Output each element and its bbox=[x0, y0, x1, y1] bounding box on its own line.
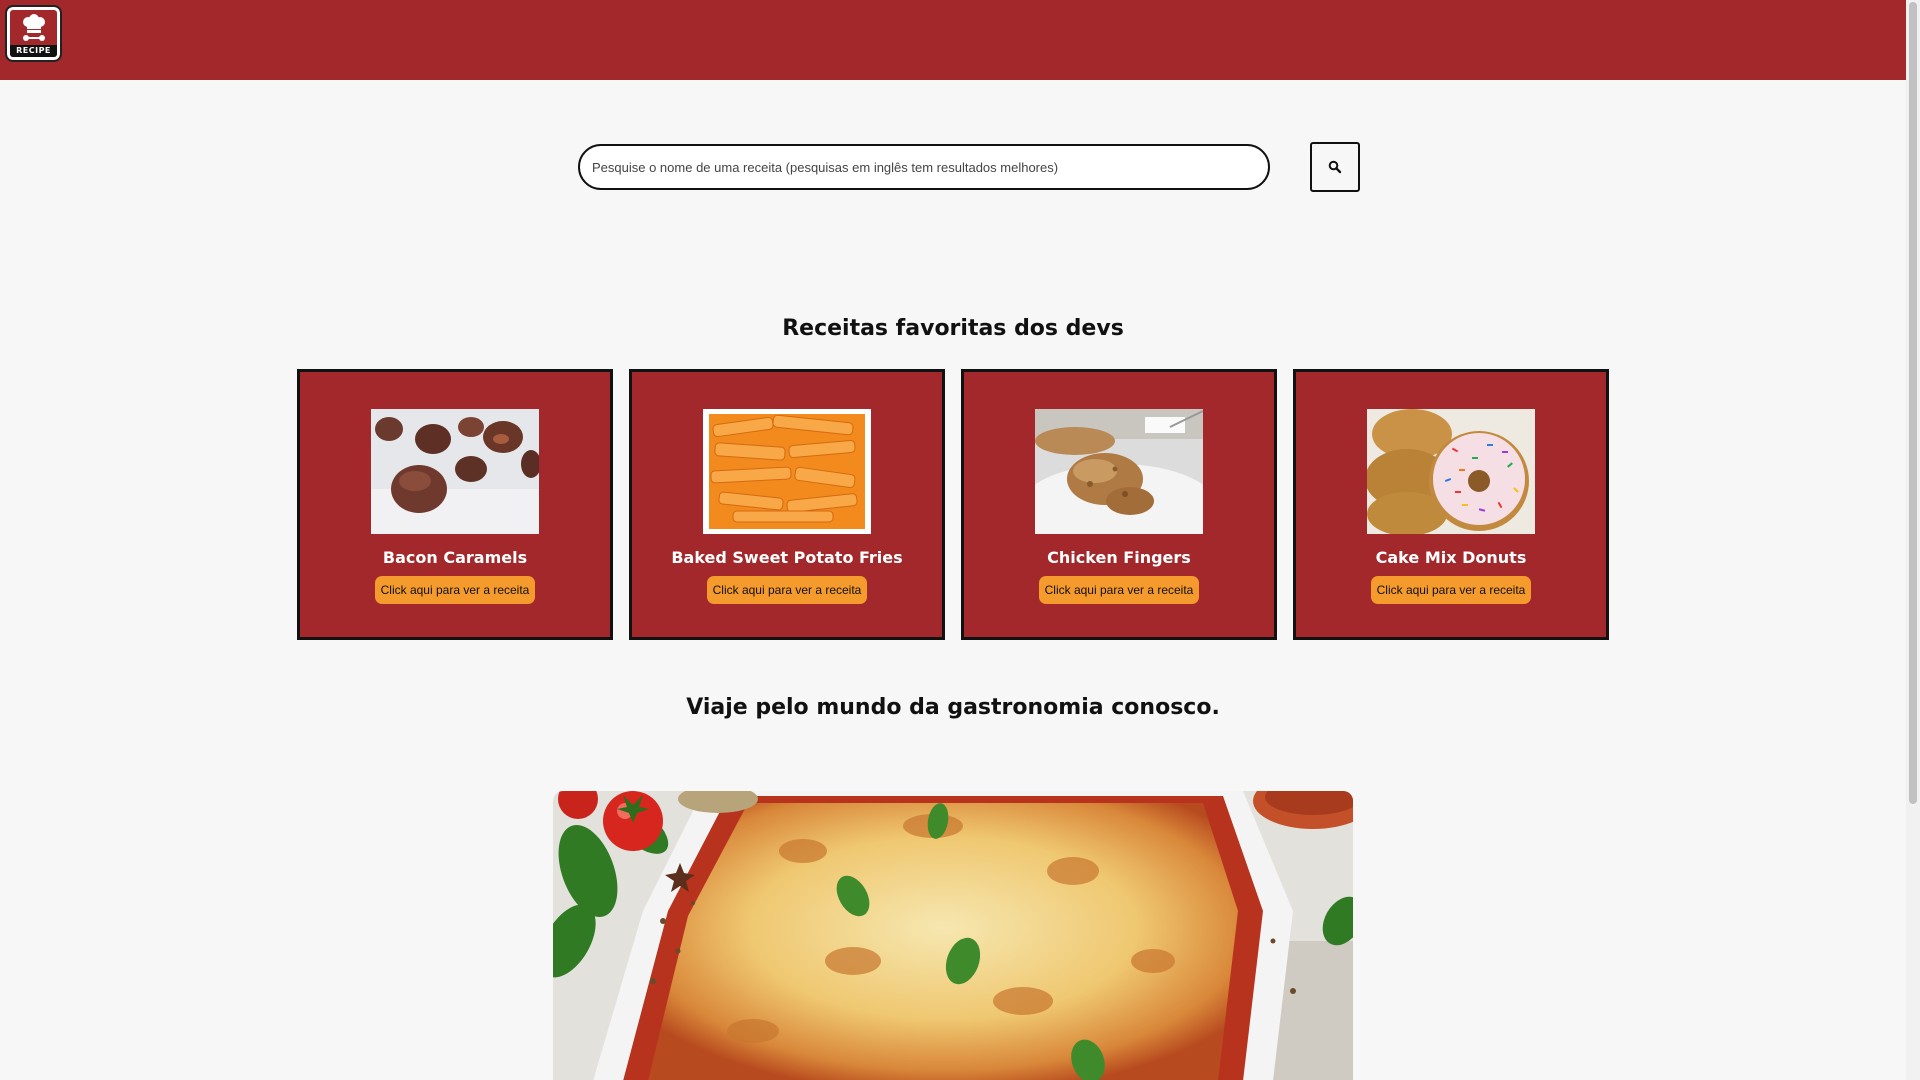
search-icon bbox=[1328, 160, 1342, 174]
recipe-logo[interactable]: RECIPE bbox=[5, 5, 62, 62]
favorites-title: Receitas favoritas dos devs bbox=[782, 316, 1124, 341]
logo-text: RECIPE bbox=[10, 45, 57, 57]
top-header: RECIPE bbox=[0, 0, 1906, 80]
cake-mix-donuts-photo bbox=[1367, 409, 1535, 534]
page: RECIPE Receitas favoritas dos devs bbox=[0, 0, 1920, 1080]
sweet-potato-fries-photo bbox=[703, 409, 871, 534]
chicken-fingers-photo bbox=[1035, 409, 1203, 534]
recipe-card: Baked Sweet Potato Fries Click aqui para… bbox=[629, 369, 945, 640]
recipe-name: Chicken Fingers bbox=[1047, 548, 1191, 567]
view-recipe-button[interactable]: Click aqui para ver a receita bbox=[374, 576, 536, 604]
favorites-cards: Bacon Caramels Click aqui para ver a rec… bbox=[297, 369, 1609, 640]
view-recipe-button[interactable]: Click aqui para ver a receita bbox=[1370, 576, 1532, 604]
recipe-name: Baked Sweet Potato Fries bbox=[671, 548, 903, 567]
recipe-search-input[interactable] bbox=[578, 144, 1270, 190]
travel-title: Viaje pelo mundo da gastronomia conosco. bbox=[686, 695, 1220, 720]
recipe-card: Cake Mix Donuts Click aqui para ver a re… bbox=[1293, 369, 1609, 640]
chef-hat-icon bbox=[23, 14, 45, 41]
lasagna-photo bbox=[553, 791, 1353, 1080]
recipe-card: Chicken Fingers Click aqui para ver a re… bbox=[961, 369, 1277, 640]
recipe-card: Bacon Caramels Click aqui para ver a rec… bbox=[297, 369, 613, 640]
recipe-name: Bacon Caramels bbox=[382, 548, 528, 567]
view-recipe-button[interactable]: Click aqui para ver a receita bbox=[706, 576, 868, 604]
page-scrollbar[interactable] bbox=[1906, 0, 1920, 1080]
bacon-caramels-photo bbox=[371, 409, 539, 534]
recipe-name: Cake Mix Donuts bbox=[1375, 548, 1527, 567]
view-recipe-button[interactable]: Click aqui para ver a receita bbox=[1038, 576, 1200, 604]
scrollbar-thumb[interactable] bbox=[1909, 2, 1917, 804]
search-button[interactable] bbox=[1310, 142, 1360, 192]
